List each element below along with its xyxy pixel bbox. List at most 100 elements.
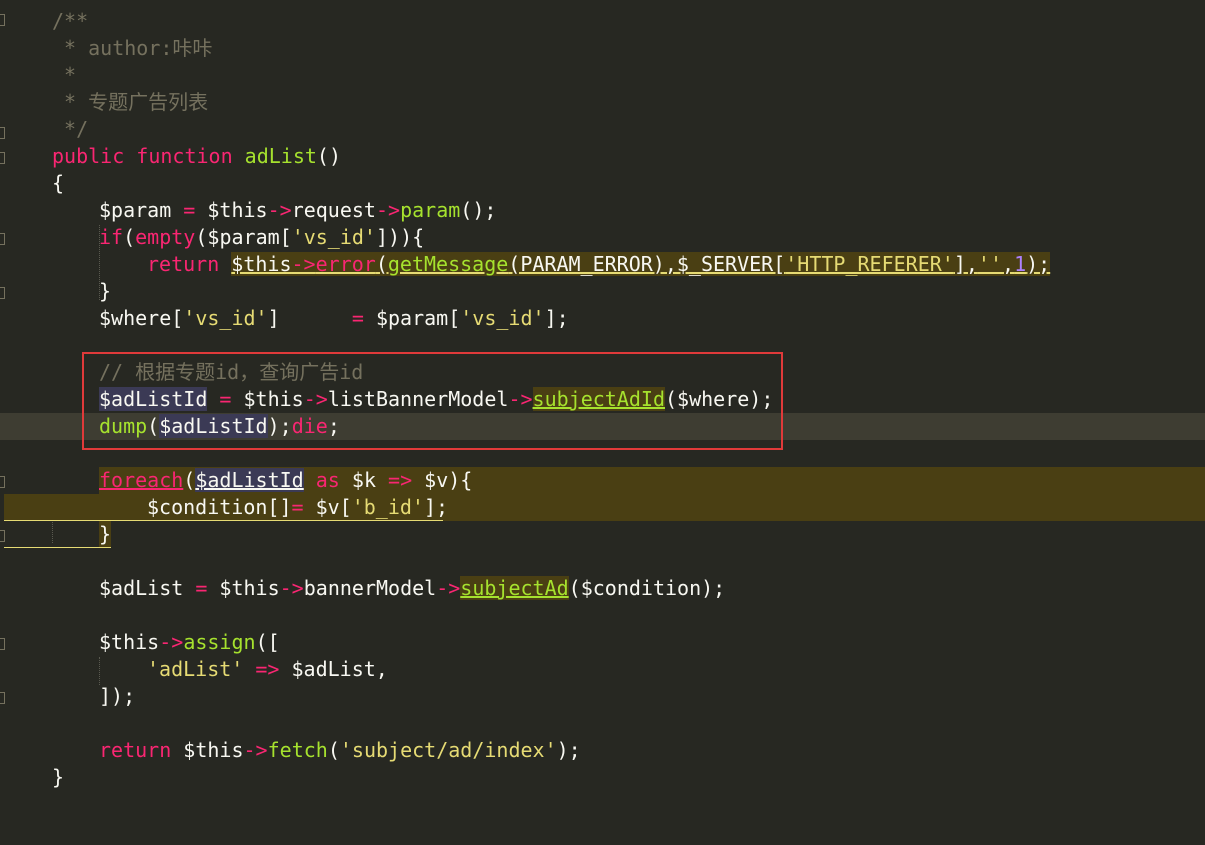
code-segment: public function adList() <box>52 143 341 170</box>
keyword-token: public <box>52 144 125 168</box>
operator: -> <box>508 387 533 411</box>
code-line[interactable]: return $this->fetch('subject/ad/index'); <box>0 737 1205 764</box>
code-segment: $adList = $this->bannerModel->subjectAd(… <box>99 575 725 602</box>
code-line[interactable]: $param = $this->request->param(); <box>0 197 1205 224</box>
punctuation: ); <box>1026 252 1051 276</box>
keyword-token: if <box>99 225 124 249</box>
brace: } <box>99 521 112 548</box>
code-line[interactable]: } <box>0 521 1205 548</box>
variable: $param[ <box>375 306 461 330</box>
variable: ($param[ <box>195 225 292 249</box>
code-segment: return $this->error(getMessage(PARAM_ERR… <box>147 251 1051 278</box>
code-segment: return $this->fetch('subject/ad/index'); <box>99 737 581 764</box>
argument-text: (PARAM_ERROR),$_SERVER[ <box>508 252 786 276</box>
punctuation: ]); <box>99 684 136 708</box>
code-line[interactable]: 'adList' => $adList, <box>0 656 1205 683</box>
punctuation: ( <box>123 225 136 249</box>
code-line[interactable]: $where['vs_id'] = $param['vs_id']; <box>0 305 1205 332</box>
punctuation: ])){ <box>375 225 425 249</box>
operator: -> <box>243 738 268 762</box>
code-line-current[interactable]: dump($adListId);die; <box>0 413 1205 440</box>
variable: $this <box>231 252 292 276</box>
code-editor[interactable]: /** * author:咔咔 * * 专题广告列表 */ public fun… <box>0 0 1205 800</box>
code-line[interactable]: * author:咔咔 <box>0 35 1205 62</box>
variable: $this <box>183 738 244 762</box>
keyword-token: as <box>315 468 340 492</box>
punctuation: ] <box>267 306 280 330</box>
code-line[interactable]: } <box>0 764 1205 791</box>
variable-highlighted: $adListId <box>99 387 208 411</box>
string-literal: 'HTTP_REFERER' <box>785 252 954 276</box>
number-literal: 1 <box>1014 252 1027 276</box>
string-literal: 'vs_id' <box>291 225 376 249</box>
code-line[interactable]: } <box>0 278 1205 305</box>
code-segment: $param = $this->request->param(); <box>99 197 496 224</box>
punctuation: ); <box>267 414 292 438</box>
string-literal: 'vs_id' <box>183 306 268 330</box>
punctuation: ( <box>183 468 196 492</box>
variable: $adList, <box>279 657 388 681</box>
punctuation: ( <box>375 252 388 276</box>
string-literal: 'subject/ad/index' <box>339 738 557 762</box>
keyword-token: empty <box>135 225 196 249</box>
identifier: bannerModel <box>303 576 437 600</box>
code-line[interactable]: { <box>0 170 1205 197</box>
code-line-highlighted[interactable]: $condition[]= $v['b_id']; <box>4 494 1205 521</box>
code-segment: dump($adListId);die; <box>99 413 340 440</box>
code-line[interactable]: // 根据专题id，查询广告id <box>0 359 1205 386</box>
code-segment: $condition[]= $v['b_id']; <box>147 494 448 521</box>
operator: = <box>207 387 244 411</box>
code-line[interactable]: * <box>0 62 1205 89</box>
operator: = <box>279 306 376 330</box>
code-line-highlighted[interactable]: foreach($adListId as $k => $v){ <box>99 467 1205 494</box>
punctuation: ($condition); <box>568 576 726 600</box>
code-line[interactable]: */ <box>0 116 1205 143</box>
code-line[interactable]: $adList = $this->bannerModel->subjectAd(… <box>0 575 1205 602</box>
operator: -> <box>291 252 316 276</box>
brace: } <box>52 765 65 789</box>
variable: $param <box>99 198 172 222</box>
identifier: listBannerModel <box>327 387 509 411</box>
string-literal: '' <box>977 252 1003 276</box>
comment-text: */ <box>52 117 89 141</box>
code-segment: 'adList' => $adList, <box>147 656 388 683</box>
keyword-token: die <box>291 414 328 438</box>
operator: => <box>255 657 280 681</box>
operator: -> <box>436 576 461 600</box>
function-name: adList <box>244 144 317 168</box>
code-segment: $where['vs_id'] = $param['vs_id']; <box>99 305 569 332</box>
code-line[interactable]: public function adList() <box>0 143 1205 170</box>
brace: } <box>99 279 112 303</box>
punctuation: (); <box>460 198 497 222</box>
code-line[interactable]: * 专题广告列表 <box>0 89 1205 116</box>
operator: = <box>171 198 208 222</box>
code-line[interactable]: /** <box>0 8 1205 35</box>
highlighted-expression: $this->error(getMessage(PARAM_ERROR),$_S… <box>231 252 1051 276</box>
variable: $where[ <box>99 306 184 330</box>
function-call: fetch <box>267 738 328 762</box>
variable: $v){ <box>412 468 473 492</box>
code-line[interactable]: $adListId = $this->listBannerModel->subj… <box>0 386 1205 413</box>
operator: = <box>291 495 304 519</box>
code-line[interactable]: if(empty($param['vs_id'])){ <box>0 224 1205 251</box>
variable-highlighted: $adListId <box>195 468 304 492</box>
variable: $adList <box>99 576 184 600</box>
code-line[interactable]: ]); <box>0 683 1205 710</box>
comment-text: // 根据专题id，查询广告id <box>99 360 364 384</box>
comment-text: * author:咔咔 <box>52 36 213 60</box>
punctuation: ]; <box>544 306 569 330</box>
keyword-token: return <box>99 738 172 762</box>
code-line[interactable]: $this->assign([ <box>0 629 1205 656</box>
operator: => <box>388 468 413 492</box>
code-segment: $this->assign([ <box>99 629 280 656</box>
operator: -> <box>303 387 328 411</box>
code-line[interactable]: return $this->error(getMessage(PARAM_ERR… <box>0 251 1205 278</box>
punctuation: , <box>1002 252 1015 276</box>
string-literal: 'vs_id' <box>460 306 545 330</box>
operator: -> <box>159 630 184 654</box>
variable: $condition[] <box>147 495 292 519</box>
punctuation: ( <box>327 738 340 762</box>
function-call: subjectAdId <box>532 387 665 411</box>
